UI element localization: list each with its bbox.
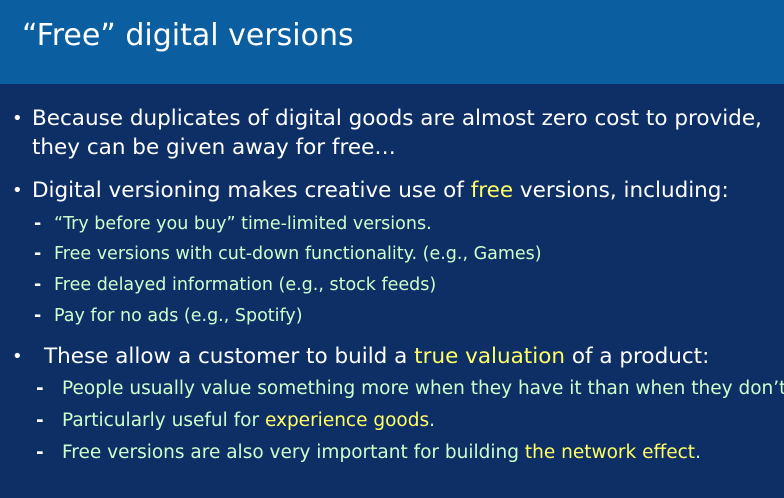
slide-title: “Free” digital versions bbox=[22, 18, 354, 53]
slide: “Free” digital versions • Because duplic… bbox=[0, 0, 784, 498]
sub-highlight: the network effect bbox=[524, 442, 696, 463]
bullet-3-text: These allow a customer to build a true v… bbox=[44, 342, 709, 371]
dash-marker: - bbox=[34, 275, 42, 295]
dash-marker: - bbox=[36, 442, 44, 463]
dash-marker: - bbox=[36, 378, 44, 399]
sub-bullet-3-1: - People usually value something more wh… bbox=[0, 377, 784, 403]
sub-bullet-text: Pay for no ads (e.g., Spotify) bbox=[54, 306, 303, 326]
dash-marker: - bbox=[34, 306, 42, 326]
slide-content: • Because duplicates of digital goods ar… bbox=[0, 84, 784, 498]
dash-marker: - bbox=[34, 244, 42, 264]
bullet-2-text: Digital versioning makes creative use of… bbox=[32, 176, 729, 205]
bullet-2: • Digital versioning makes creative use … bbox=[0, 176, 784, 205]
bullet-1-line-1: Because duplicates of digital goods are … bbox=[32, 106, 762, 131]
sub-text-after: . bbox=[429, 410, 436, 431]
bullet-2-highlight: free bbox=[470, 178, 514, 203]
bullet-marker: • bbox=[12, 108, 23, 129]
bullet-2-text-before: Digital versioning makes creative use of bbox=[32, 178, 471, 203]
sub-bullet-2-2: - Free versions with cut-down functional… bbox=[0, 242, 784, 266]
bullet-2-text-after: versions, including: bbox=[513, 178, 729, 203]
bullet-1-line-2: they can be given away for free… bbox=[32, 135, 396, 160]
sub-bullet-2-4: - Pay for no ads (e.g., Spotify) bbox=[0, 304, 784, 328]
dash-marker: - bbox=[36, 410, 44, 431]
bullet-3: • These allow a customer to build a true… bbox=[0, 342, 784, 371]
sub-bullet-text: Free delayed information (e.g., stock fe… bbox=[54, 275, 437, 295]
bullet-marker: • bbox=[12, 346, 23, 367]
sub-bullet-2-3: - Free delayed information (e.g., stock … bbox=[0, 273, 784, 297]
sub-bullet-text: “Try before you buy” time-limited versio… bbox=[54, 214, 432, 234]
bullet-3-highlight: true valuation bbox=[414, 344, 565, 369]
sub-text-before: Free versions are also very important fo… bbox=[62, 442, 525, 463]
sub-bullet-text: Free versions are also very important fo… bbox=[62, 441, 701, 465]
sub-bullet-3-2: - Particularly useful for experience goo… bbox=[0, 409, 784, 435]
sub-bullet-2-1: - “Try before you buy” time-limited vers… bbox=[0, 212, 784, 236]
bullet-1: • Because duplicates of digital goods ar… bbox=[0, 104, 784, 162]
sub-bullet-text: People usually value something more when… bbox=[62, 377, 784, 401]
sub-text-before: Particularly useful for bbox=[62, 410, 265, 431]
sub-bullet-text: Free versions with cut-down functionalit… bbox=[54, 244, 542, 264]
title-bar: “Free” digital versions bbox=[0, 0, 784, 84]
sub-text-before: People usually value something more when… bbox=[62, 378, 784, 399]
sub-bullet-text: Particularly useful for experience goods… bbox=[62, 409, 435, 433]
sub-bullet-3-3: - Free versions are also very important … bbox=[0, 441, 784, 467]
dash-marker: - bbox=[34, 214, 42, 234]
sub-text-after: . bbox=[695, 442, 701, 463]
bullet-marker: • bbox=[12, 180, 23, 201]
sub-highlight: experience goods bbox=[264, 410, 430, 431]
bullet-3-text-after: of a product: bbox=[565, 344, 710, 369]
bullet-3-text-before: These allow a customer to build a bbox=[44, 344, 415, 369]
